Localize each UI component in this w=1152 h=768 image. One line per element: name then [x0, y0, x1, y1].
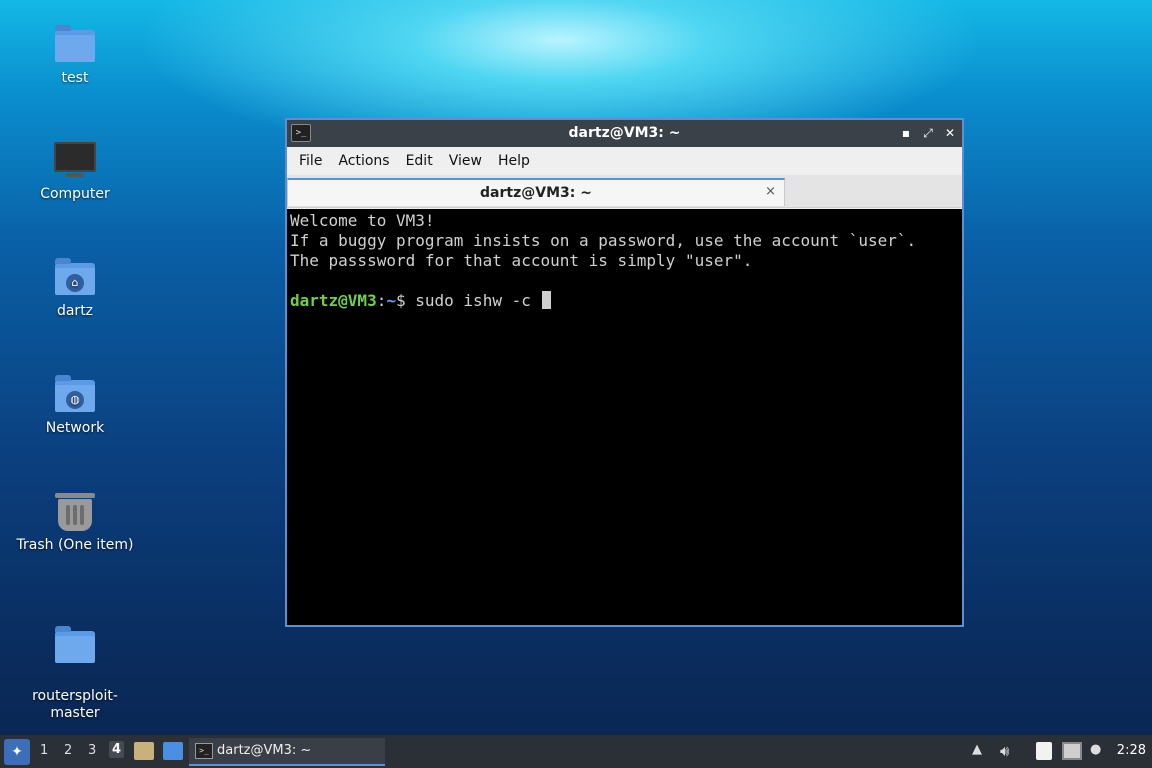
notification-icon[interactable]: ● [1090, 742, 1101, 757]
volume-icon[interactable]: 🔊︎ [1000, 742, 1009, 760]
taskbar-task-terminal[interactable]: >_ dartz@VM3: ~ [189, 738, 385, 766]
desktop-icon-label: Computer [40, 186, 110, 202]
desktop-icon-test[interactable]: test [0, 22, 150, 86]
menu-file[interactable]: File [291, 153, 330, 169]
workspace-1[interactable]: 1 [40, 743, 48, 758]
desktop-icon-label: routersploit- master [32, 688, 118, 721]
maximize-button[interactable]: ⤢ [920, 124, 936, 142]
window-title: dartz@VM3: ~ [568, 125, 681, 141]
prompt-path: ~ [386, 291, 396, 310]
prompt-separator: : [376, 291, 387, 310]
clock[interactable]: 2:28 [1117, 743, 1146, 758]
desktop-icon-label: dartz [56, 303, 94, 319]
desktop-icon-label: test [61, 70, 89, 86]
desktop-icon-network[interactable]: ◍ Network [0, 372, 150, 436]
prompt-user: dartz@VM3 [290, 291, 377, 310]
home-folder-icon: ⌂ [53, 255, 97, 299]
desktop-icon-routersploit-master[interactable]: routersploit- master [0, 606, 150, 722]
taskbar: ✦ 1 2 3 4 >_ dartz@VM3: ~ ▲ 🔊︎ ● 2:28 [0, 735, 1152, 768]
text-cursor [542, 291, 552, 309]
menu-help[interactable]: Help [490, 153, 538, 169]
window-titlebar[interactable]: >_ dartz@VM3: ~ ▪ ⤢ ✕ [287, 120, 962, 147]
clipboard-icon[interactable] [1036, 742, 1052, 760]
file-manager-icon[interactable] [134, 742, 154, 760]
terminal-line: If a buggy program insists on a password… [290, 231, 917, 250]
desktop-icon-label: Trash (One item) [16, 537, 134, 553]
start-menu-icon[interactable]: ✦ [4, 739, 30, 765]
terminal-window[interactable]: >_ dartz@VM3: ~ ▪ ⤢ ✕ File Actions Edit … [285, 118, 964, 627]
tab-bar: dartz@VM3: ~ × [287, 175, 962, 208]
workspace-2[interactable]: 2 [64, 743, 72, 758]
minimize-button[interactable]: ▪ [898, 124, 914, 142]
close-button[interactable]: ✕ [942, 124, 958, 142]
terminal-line: The passsword for that account is simply… [290, 251, 753, 270]
workspace-4[interactable]: 4 [109, 741, 125, 758]
menu-actions[interactable]: Actions [330, 153, 397, 169]
prompt-symbol: $ [395, 291, 406, 310]
folder-icon [53, 22, 97, 66]
desktop-icon-computer[interactable]: Computer [0, 138, 150, 202]
command-input[interactable]: sudo ishw -c [406, 291, 541, 310]
desktop-icon-label: Network [45, 420, 105, 436]
network-folder-icon: ◍ [53, 372, 97, 416]
tab-terminal[interactable]: dartz@VM3: ~ × [287, 178, 785, 206]
workspace-3[interactable]: 3 [88, 743, 96, 758]
computer-icon [53, 138, 97, 182]
tray-up-arrow-icon[interactable]: ▲ [972, 742, 982, 757]
tab-close-icon[interactable]: × [765, 184, 776, 199]
menu-edit[interactable]: Edit [398, 153, 441, 169]
tab-label: dartz@VM3: ~ [480, 185, 592, 201]
folder-icon [53, 623, 97, 667]
desktop-icon-dartz[interactable]: ⌂ dartz [0, 255, 150, 319]
trash-icon [53, 489, 97, 533]
menubar: File Actions Edit View Help [287, 147, 962, 175]
show-desktop-icon[interactable] [163, 742, 183, 760]
task-label: dartz@VM3: ~ [217, 743, 312, 758]
menu-view[interactable]: View [441, 153, 490, 169]
desktop-icon-trash[interactable]: Trash (One item) [0, 489, 150, 553]
terminal-task-icon: >_ [195, 743, 213, 759]
network-icon[interactable] [1062, 742, 1082, 760]
terminal-line: Welcome to VM3! [290, 211, 435, 230]
terminal-output[interactable]: Welcome to VM3! If a buggy program insis… [287, 209, 962, 625]
